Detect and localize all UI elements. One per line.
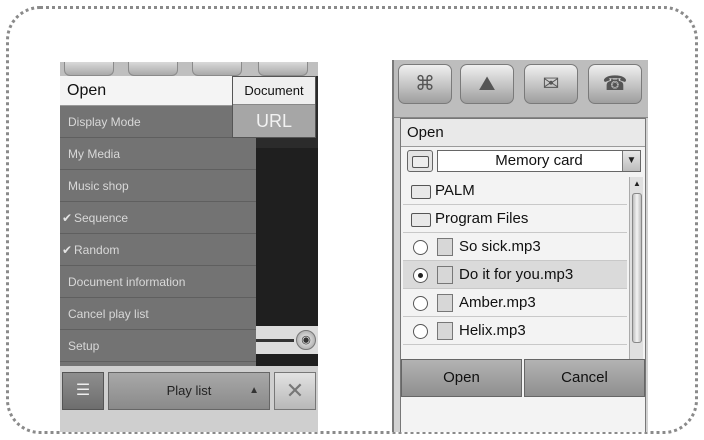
play-list-label: Play list xyxy=(166,383,212,398)
submenu-item-url[interactable]: URL xyxy=(233,105,315,137)
file-row[interactable]: Helix.mp3 xyxy=(403,317,627,345)
folder-row-program-files[interactable]: Program Files xyxy=(403,205,627,233)
menu-item-setup[interactable]: Setup xyxy=(60,330,256,362)
audio-file-icon xyxy=(437,322,453,340)
close-icon[interactable]: ✕ xyxy=(274,372,316,410)
file-name: Do it for you.mp3 xyxy=(459,266,574,283)
folder-icon xyxy=(411,185,431,199)
open-button[interactable]: Open xyxy=(401,359,522,397)
scroll-up-icon[interactable]: ▲ xyxy=(630,177,644,191)
open-submenu: Document URL xyxy=(232,76,316,138)
file-name: Helix.mp3 xyxy=(459,322,526,339)
play-list-button[interactable]: Play list ▲ xyxy=(108,372,270,410)
menu-item-label: My Media xyxy=(68,147,121,161)
folder-name: Program Files xyxy=(435,210,529,227)
folder-icon xyxy=(411,213,431,227)
submenu-item-document[interactable]: Document xyxy=(233,77,315,105)
menu-item-label: Sequence xyxy=(74,211,129,225)
toolbar-tab-2[interactable] xyxy=(128,62,178,76)
bottom-bar: ☰ Play list ▲ ✕ xyxy=(60,366,318,432)
file-row[interactable]: So sick.mp3 xyxy=(403,233,627,261)
folder-row-palm[interactable]: PALM xyxy=(403,177,627,205)
file-list-scrollbar[interactable]: ▲ ▼ xyxy=(629,177,643,377)
menu-item-label: Cancel play list xyxy=(68,307,149,321)
checkmark-icon: ✔ xyxy=(62,243,73,257)
right-toolbar: ⌘ ⛰ ✉ ☎ xyxy=(394,60,648,118)
phone-icon[interactable]: ☎ xyxy=(588,64,642,104)
toolbar-tab-4[interactable] xyxy=(258,62,308,76)
menu-item-music-shop[interactable]: Music shop xyxy=(60,170,256,202)
dialog-title: Open xyxy=(401,119,645,147)
folder-icon xyxy=(412,156,429,168)
left-toolbar xyxy=(60,62,318,76)
menu-item-label: Music shop xyxy=(68,179,129,193)
folder-name: PALM xyxy=(435,182,475,199)
file-name: So sick.mp3 xyxy=(459,238,541,255)
file-name: Amber.mp3 xyxy=(459,294,536,311)
file-radio[interactable] xyxy=(413,324,428,339)
volume-slider[interactable]: ◉ xyxy=(256,326,318,354)
toolbar-tab-1[interactable] xyxy=(64,62,114,76)
mail-icon[interactable]: ✉ xyxy=(524,64,578,104)
file-row[interactable]: Amber.mp3 xyxy=(403,289,627,317)
menu-item-label: Display Mode xyxy=(68,115,141,129)
menu-icon[interactable]: ☰ xyxy=(62,372,104,410)
menu-item-label: Random xyxy=(74,243,120,257)
location-dropdown[interactable]: Memory card ▼ xyxy=(437,150,641,172)
location-row: Memory card ▼ xyxy=(407,149,641,173)
right-phone-screen: ⌘ ⛰ ✉ ☎ Open Memory card ▼ PALM Program … xyxy=(392,60,648,432)
volume-track xyxy=(256,339,294,342)
menu-item-my-media[interactable]: My Media xyxy=(60,138,256,170)
menu-item-label: Document information xyxy=(68,275,186,289)
apps-icon[interactable]: ⌘ xyxy=(398,64,452,104)
menu-item-open[interactable]: Open xyxy=(60,76,256,106)
menu-item-sequence[interactable]: ✔ Sequence xyxy=(60,202,256,234)
menu-item-document-information[interactable]: Document information xyxy=(60,266,256,298)
left-phone-screen: ◉ Open Display Mode My Media Music shop … xyxy=(60,62,318,432)
file-list: PALM Program Files So sick.mp3 Do it for… xyxy=(403,177,627,377)
menu-item-label: Setup xyxy=(68,339,100,353)
location-value: Memory card xyxy=(495,152,583,169)
dialog-buttons: Open Cancel xyxy=(401,359,647,399)
open-dialog: Open Memory card ▼ PALM Program Files So… xyxy=(400,118,646,432)
file-row-selected[interactable]: Do it for you.mp3 xyxy=(403,261,627,289)
menu-item-random[interactable]: ✔ Random xyxy=(60,234,256,266)
file-radio[interactable] xyxy=(413,240,428,255)
menu-item-display-mode[interactable]: Display Mode xyxy=(60,106,256,138)
audio-file-icon xyxy=(437,266,453,284)
audio-file-icon xyxy=(437,238,453,256)
photos-icon[interactable]: ⛰ xyxy=(460,64,514,104)
audio-file-icon xyxy=(437,294,453,312)
cancel-button[interactable]: Cancel xyxy=(524,359,645,397)
context-menu: Open Display Mode My Media Music shop ✔ S… xyxy=(60,76,256,366)
menu-item-cancel-play-list[interactable]: Cancel play list xyxy=(60,298,256,330)
file-radio[interactable] xyxy=(413,296,428,311)
volume-icon[interactable]: ◉ xyxy=(296,330,316,350)
checkmark-icon: ✔ xyxy=(62,211,73,225)
chevron-down-icon[interactable]: ▼ xyxy=(622,151,640,171)
scroll-thumb[interactable] xyxy=(632,193,642,343)
folder-up-button[interactable] xyxy=(407,150,433,172)
file-radio[interactable] xyxy=(413,268,428,283)
chevron-up-icon: ▲ xyxy=(249,385,259,396)
toolbar-tab-3[interactable] xyxy=(192,62,242,76)
